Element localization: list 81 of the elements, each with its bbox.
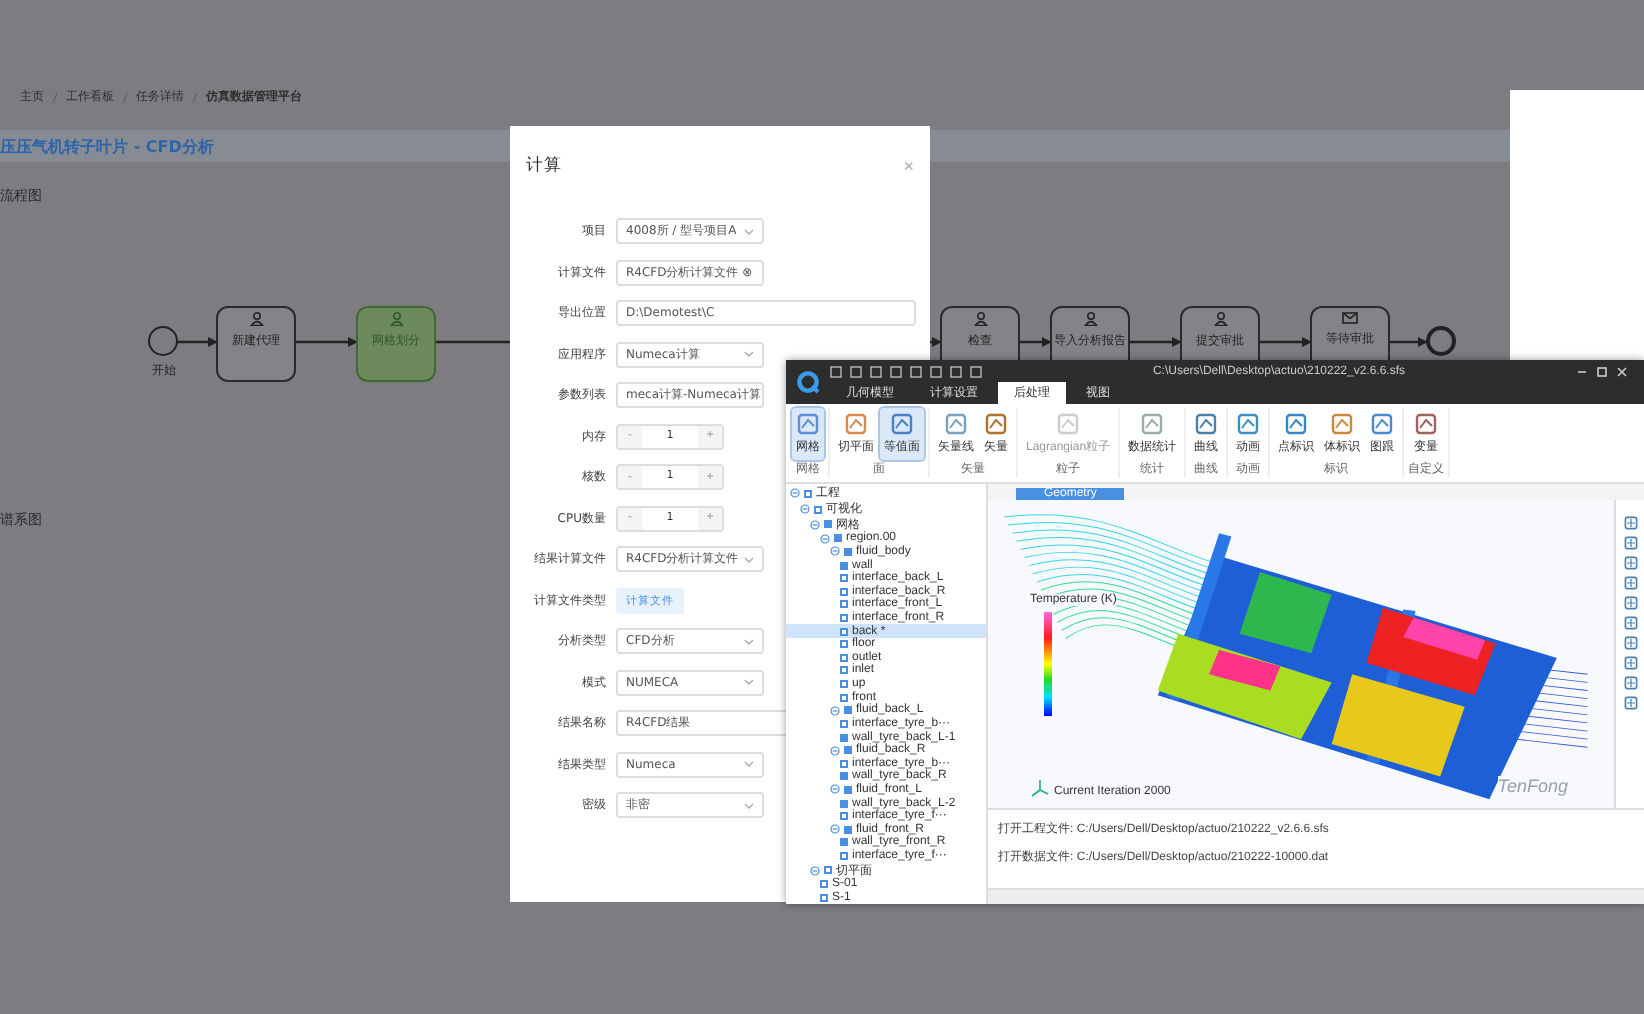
tree-checkbox[interactable] [844, 785, 852, 794]
tree-checkbox[interactable] [840, 812, 848, 821]
tree-checkbox[interactable] [840, 838, 848, 847]
tree-checkbox[interactable] [804, 489, 812, 498]
minimize-icon[interactable] [1576, 365, 1588, 377]
tree-checkbox[interactable] [814, 505, 822, 514]
tree-checkbox[interactable] [844, 706, 852, 715]
tree-checkbox[interactable] [820, 880, 828, 889]
color-legend-bar [1044, 612, 1052, 716]
user-icon [249, 312, 263, 326]
collapse-icon[interactable] [800, 504, 810, 515]
tree-checkbox[interactable] [824, 866, 832, 875]
tool-icon [1056, 412, 1081, 436]
maximize-icon[interactable] [1596, 365, 1608, 377]
tree-checkbox[interactable] [840, 772, 848, 781]
tree-checkbox[interactable] [820, 893, 828, 902]
collapse-icon[interactable] [790, 488, 800, 499]
tool-icon [1370, 412, 1395, 436]
collapse-icon[interactable] [830, 705, 840, 716]
tree-checkbox[interactable] [840, 561, 848, 570]
collapse-icon[interactable] [830, 784, 840, 795]
tool-icon [890, 412, 914, 436]
tool-icon [944, 412, 968, 436]
tool-icon [796, 412, 820, 436]
tool-icon [984, 412, 1008, 436]
tool-icon [1140, 412, 1165, 436]
page-title: 压压气机转子叶片 - CFD分析 [0, 135, 214, 157]
tree-checkbox[interactable] [844, 547, 852, 556]
tree-checkbox[interactable] [840, 600, 848, 609]
tree-checkbox[interactable] [844, 825, 852, 834]
tree-checkbox[interactable] [840, 851, 848, 860]
collapse-icon[interactable] [830, 824, 840, 835]
tree-checkbox[interactable] [824, 520, 832, 529]
axes-icon [1030, 778, 1050, 798]
tree-checkbox[interactable] [840, 614, 848, 623]
tool-icon [1194, 412, 1219, 436]
user-icon [389, 312, 403, 326]
view-tool-icon[interactable] [1623, 556, 1637, 570]
tree-checkbox[interactable] [840, 666, 848, 675]
tree-checkbox[interactable] [840, 640, 848, 649]
tool-icon [1414, 412, 1439, 436]
tree-checkbox[interactable] [840, 693, 848, 702]
tree-checkbox[interactable] [840, 587, 848, 596]
tree-checkbox[interactable] [840, 733, 848, 741]
tree-checkbox[interactable] [840, 759, 848, 768]
close-icon[interactable] [1616, 365, 1628, 377]
tree-checkbox[interactable] [840, 627, 848, 636]
view-tool-icon[interactable] [1623, 696, 1637, 710]
mail-icon [1342, 312, 1358, 324]
end-event [1426, 326, 1456, 356]
start-event [148, 326, 178, 356]
collapse-icon[interactable] [830, 546, 840, 557]
tool-icon [1284, 412, 1309, 436]
view-tool-icon[interactable] [1623, 536, 1637, 550]
tool-icon [1236, 412, 1261, 436]
tree-checkbox[interactable] [840, 574, 848, 583]
view-tool-icon[interactable] [1623, 656, 1637, 670]
collapse-icon[interactable] [810, 519, 820, 530]
tree-checkbox[interactable] [840, 680, 848, 689]
view-tool-icon[interactable] [1623, 616, 1637, 630]
collapse-icon[interactable] [820, 533, 830, 544]
user-icon [1213, 312, 1227, 326]
user-icon [973, 312, 987, 326]
view-tool-icon[interactable] [1623, 676, 1637, 690]
tree-checkbox[interactable] [840, 799, 848, 808]
tree-checkbox[interactable] [834, 534, 842, 543]
watermark-text: TenFong [1497, 776, 1568, 796]
tree-checkbox[interactable] [844, 746, 852, 755]
tool-icon [1330, 412, 1355, 436]
view-tool-icon[interactable] [1623, 576, 1637, 590]
tool-icon [844, 412, 868, 436]
collapse-icon[interactable] [830, 745, 840, 756]
view-tool-icon[interactable] [1623, 636, 1637, 650]
tree-checkbox[interactable] [840, 719, 848, 728]
collapse-icon[interactable] [810, 865, 820, 876]
view-tool-icon[interactable] [1623, 596, 1637, 610]
app-logo-icon [796, 370, 820, 394]
tree-checkbox[interactable] [840, 653, 848, 662]
view-tool-icon[interactable] [1623, 516, 1637, 530]
dialog-title: 计算 [526, 154, 562, 178]
user-icon [1083, 312, 1097, 326]
